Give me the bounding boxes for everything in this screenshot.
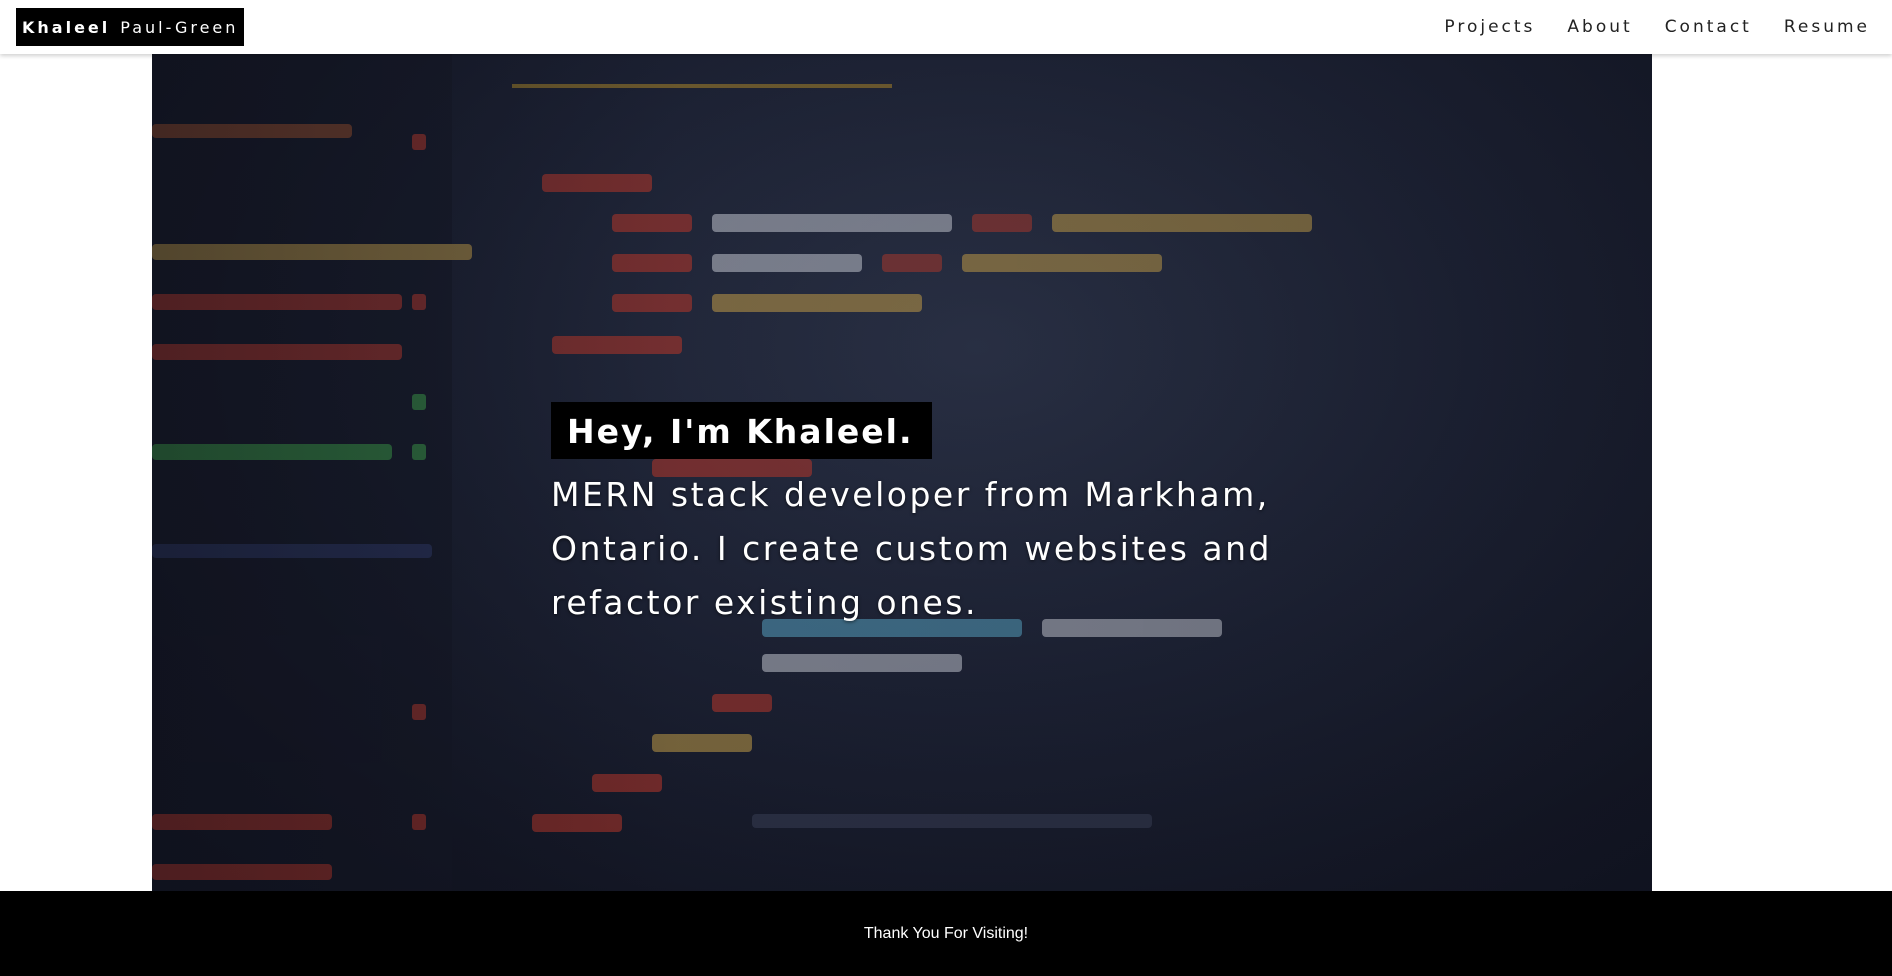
- nav-links: Projects About Contact Resume: [1444, 0, 1870, 54]
- hero-headline: Hey, I'm Khaleel.: [551, 402, 932, 459]
- nav-link-resume[interactable]: Resume: [1784, 17, 1870, 37]
- hero-tagline: MERN stack developer from Markham, Ontar…: [551, 475, 1272, 622]
- hero-section: Hey, I'm Khaleel. MERN stack developer f…: [152, 54, 1652, 891]
- nav-link-contact[interactable]: Contact: [1665, 17, 1752, 37]
- footer-text: Thank You For Visiting!: [863, 924, 1029, 942]
- nav-link-projects[interactable]: Projects: [1444, 17, 1535, 37]
- footer: Thank You For Visiting!: [0, 891, 1892, 976]
- navbar: Khaleel Paul-Green Projects About Contac…: [0, 0, 1892, 54]
- brand-logo[interactable]: Khaleel Paul-Green: [16, 8, 245, 46]
- brand-first-name: Khaleel: [22, 17, 111, 37]
- brand-last-name: Paul-Green: [120, 17, 239, 37]
- nav-link-about[interactable]: About: [1567, 17, 1632, 37]
